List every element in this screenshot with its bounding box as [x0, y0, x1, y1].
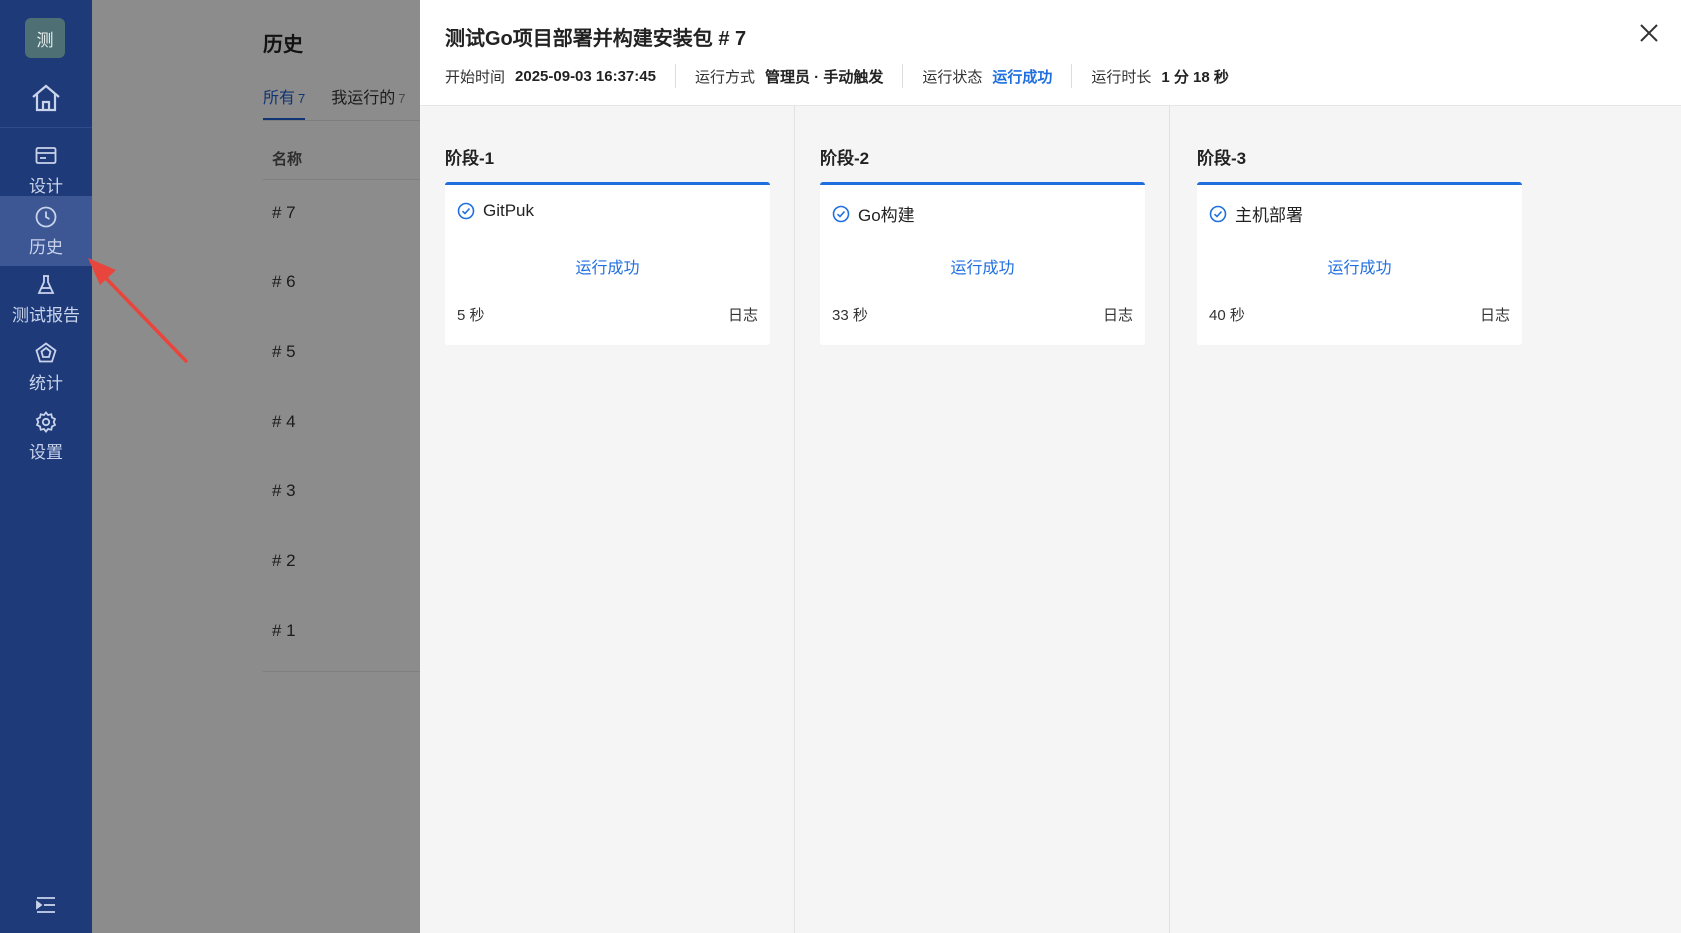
run-detail-drawer: 测试Go项目部署并构建安装包 # 7 开始时间 2025-09-03 16:37… — [420, 0, 1681, 933]
stage-name: 阶段-1 — [445, 149, 495, 168]
sidebar-item-label: 设计 — [29, 176, 63, 196]
sidebar-item-design[interactable]: 设计 — [0, 135, 92, 205]
task-status: 运行成功 — [575, 260, 640, 277]
sidebar-item-test-report[interactable]: 测试报告 — [0, 264, 92, 334]
flask-icon — [37, 274, 55, 294]
sidebar: 测 设计 历史 测试报告 统计 设置 — [0, 0, 92, 933]
sidebar-collapse-button[interactable] — [0, 890, 92, 920]
home-button[interactable] — [0, 72, 92, 124]
sidebar-divider — [0, 127, 92, 128]
sidebar-item-statistics[interactable]: 统计 — [0, 332, 92, 402]
meta-divider — [902, 64, 904, 88]
stage-column: 阶段-1 GitPuk 运行成功 5 秒 日志 — [420, 106, 795, 933]
clock-icon — [35, 206, 57, 227]
log-link[interactable]: 日志 — [728, 304, 758, 325]
drawer-header: 测试Go项目部署并构建安装包 # 7 开始时间 2025-09-03 16:37… — [420, 0, 1681, 106]
stage-task-card[interactable]: GitPuk 运行成功 5 秒 日志 — [445, 182, 770, 345]
run-mode-value: 管理员 · 手动触发 — [764, 68, 884, 86]
task-name: 主机部署 — [1235, 206, 1303, 225]
modal-overlay[interactable] — [92, 0, 420, 933]
run-status-label: 运行状态 — [922, 68, 983, 86]
sidebar-item-settings[interactable]: 设置 — [0, 401, 92, 471]
run-meta: 开始时间 2025-09-03 16:37:45 运行方式 管理员 · 手动触发… — [445, 64, 1229, 88]
stage-name: 阶段-2 — [820, 149, 870, 168]
sidebar-item-history[interactable]: 历史 — [0, 196, 92, 266]
check-circle-icon — [457, 202, 475, 220]
task-name: GitPuk — [483, 201, 535, 220]
task-title: Go构建 — [832, 201, 915, 226]
log-link[interactable]: 日志 — [1103, 304, 1133, 325]
task-name: Go构建 — [858, 206, 915, 225]
log-link[interactable]: 日志 — [1480, 304, 1510, 325]
run-duration-label: 运行时长 — [1091, 68, 1152, 86]
run-mode-label: 运行方式 — [694, 68, 755, 86]
check-circle-icon — [832, 205, 850, 222]
pentagon-icon — [35, 341, 57, 362]
stage-name: 阶段-3 — [1197, 149, 1247, 168]
task-status: 运行成功 — [1327, 260, 1392, 277]
task-status: 运行成功 — [950, 260, 1015, 277]
task-duration: 5 秒 — [457, 307, 485, 324]
close-icon[interactable] — [1636, 20, 1662, 46]
drawer-title: 测试Go项目部署并构建安装包 # 7 — [445, 28, 747, 50]
menu-collapse-icon — [36, 897, 55, 913]
run-duration-value: 1 分 18 秒 — [1161, 68, 1229, 86]
sidebar-item-label: 历史 — [29, 237, 63, 257]
stage-column: 阶段-3 主机部署 运行成功 40 秒 日志 — [1172, 106, 1547, 933]
task-duration: 40 秒 — [1209, 307, 1245, 324]
sidebar-item-label: 设置 — [29, 442, 63, 462]
meta-divider — [1071, 64, 1073, 88]
stage-column: 阶段-2 Go构建 运行成功 33 秒 日志 — [795, 106, 1170, 933]
task-title: GitPuk — [457, 201, 534, 221]
task-duration: 33 秒 — [832, 307, 868, 324]
start-time-label: 开始时间 — [445, 68, 506, 86]
start-time-value: 2025-09-03 16:37:45 — [515, 67, 656, 85]
run-status-value: 运行成功 — [992, 68, 1053, 86]
design-icon — [35, 146, 57, 164]
sidebar-item-label: 测试报告 — [12, 305, 80, 325]
stage-task-card[interactable]: Go构建 运行成功 33 秒 日志 — [820, 182, 1145, 345]
gear-icon — [35, 410, 57, 433]
task-title: 主机部署 — [1209, 201, 1303, 226]
arrow-annotation — [88, 258, 188, 363]
app-logo[interactable]: 测 — [25, 18, 65, 58]
check-circle-icon — [1209, 205, 1227, 222]
home-icon — [32, 84, 60, 112]
stage-task-card[interactable]: 主机部署 运行成功 40 秒 日志 — [1197, 182, 1522, 345]
meta-divider — [674, 64, 676, 88]
sidebar-item-label: 统计 — [29, 373, 63, 393]
